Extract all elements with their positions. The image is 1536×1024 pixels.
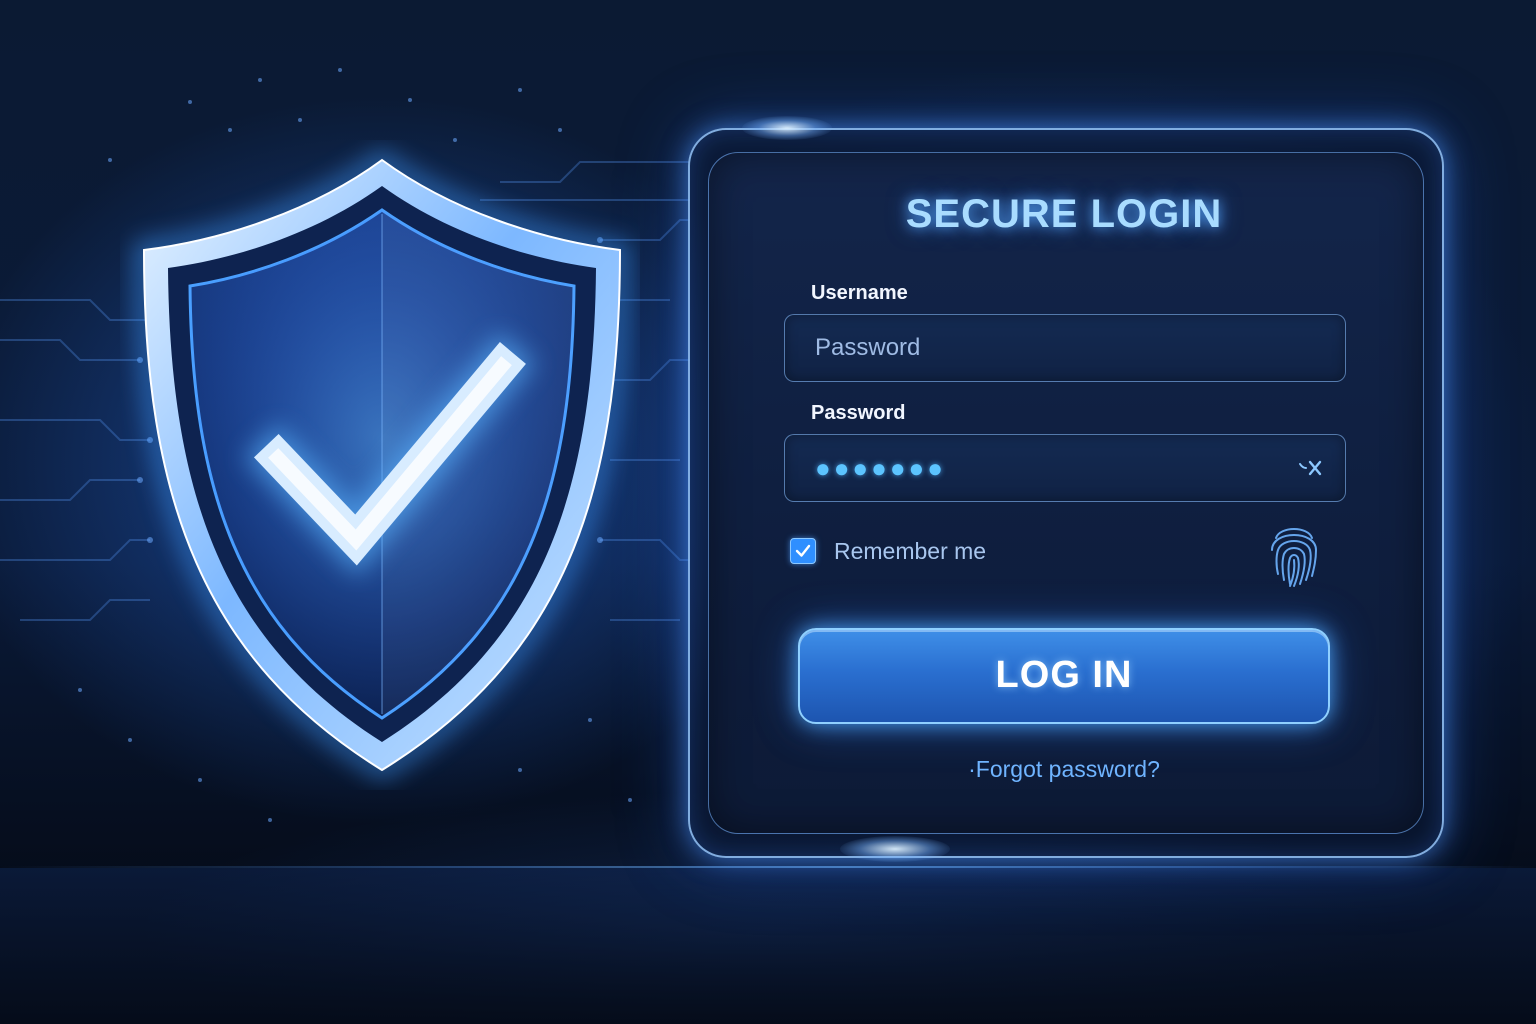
reflective-floor [0, 868, 1536, 1024]
login-title: SECURE LOGIN [905, 192, 1223, 236]
password-masked-value[interactable]: ●●●●●●● [815, 435, 946, 501]
checkmark-icon [795, 544, 811, 557]
username-label: Username [811, 282, 908, 304]
login-button[interactable]: LOG IN [798, 628, 1330, 724]
forgot-password-link[interactable]: ·Forgot password? [688, 756, 1440, 783]
username-input[interactable] [815, 315, 1295, 381]
panel-light-bottom [840, 836, 950, 862]
remember-me-label[interactable]: Remember me [834, 538, 986, 565]
remember-me-row: Remember me [790, 536, 986, 566]
shield-check-icon [120, 140, 640, 790]
password-field[interactable]: ●●●●●●● [784, 434, 1346, 502]
password-label: Password [811, 402, 906, 424]
fingerprint-icon[interactable] [1266, 516, 1322, 590]
login-scene: SECURE LOGIN Username Password ●●●●●●● R… [0, 0, 1536, 1024]
panel-light-top [742, 116, 832, 140]
username-field[interactable] [784, 314, 1346, 382]
remember-me-checkbox[interactable] [790, 538, 816, 564]
eye-slash-icon[interactable] [1297, 456, 1323, 480]
